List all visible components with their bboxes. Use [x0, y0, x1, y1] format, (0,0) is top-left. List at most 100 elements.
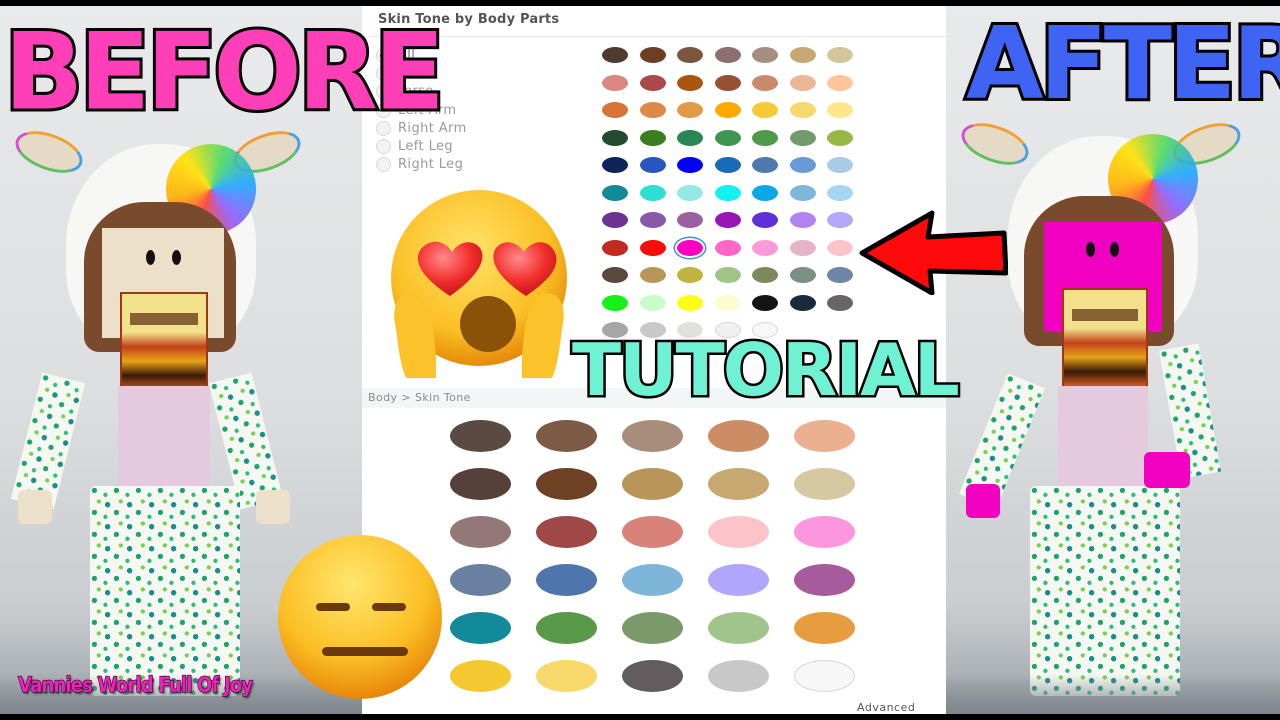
skin-tone-swatch[interactable] [708, 516, 769, 548]
color-swatch[interactable] [789, 47, 816, 63]
skin-tone-swatch[interactable] [622, 660, 683, 692]
radio-button-icon[interactable] [376, 139, 391, 155]
color-swatch[interactable] [752, 102, 778, 118]
color-swatch[interactable] [639, 129, 666, 146]
color-swatch[interactable] [827, 239, 853, 256]
color-swatch[interactable] [677, 129, 703, 146]
color-swatch[interactable] [752, 294, 778, 311]
color-swatch[interactable] [752, 74, 778, 91]
skin-tone-swatch[interactable] [536, 564, 597, 596]
color-swatch[interactable] [639, 294, 666, 311]
color-swatch[interactable] [827, 102, 853, 118]
color-swatch[interactable] [677, 239, 703, 256]
skin-tone-swatch[interactable] [450, 660, 511, 692]
color-swatch[interactable] [677, 184, 703, 201]
color-swatch[interactable] [639, 267, 666, 283]
skin-tone-swatch[interactable] [622, 564, 683, 596]
color-swatch[interactable] [677, 212, 703, 228]
color-swatch[interactable] [677, 294, 703, 311]
color-swatch[interactable] [714, 212, 741, 228]
skin-tone-swatch[interactable] [708, 564, 769, 596]
color-swatch[interactable] [639, 157, 666, 173]
color-swatch[interactable] [752, 239, 778, 256]
color-swatch[interactable] [789, 157, 816, 173]
color-swatch[interactable] [677, 157, 703, 173]
skin-tone-swatch[interactable] [536, 516, 597, 548]
color-swatch[interactable] [789, 294, 816, 311]
skin-tone-swatch[interactable] [708, 660, 769, 692]
color-swatch[interactable] [789, 239, 816, 256]
color-swatch[interactable] [602, 267, 628, 283]
color-swatch[interactable] [827, 267, 853, 283]
skin-tone-swatch[interactable] [794, 468, 855, 500]
color-swatch[interactable] [677, 47, 703, 63]
color-swatch[interactable] [752, 212, 778, 228]
skin-tone-swatch[interactable] [450, 420, 511, 452]
color-swatch[interactable] [677, 74, 703, 91]
color-swatch[interactable] [714, 47, 741, 63]
color-swatch[interactable] [827, 294, 853, 311]
breadcrumb-body[interactable]: Body [368, 391, 397, 404]
advanced-link[interactable]: Advanced [857, 701, 915, 714]
skin-tone-swatch[interactable] [794, 612, 855, 644]
color-swatch[interactable] [789, 102, 816, 118]
color-swatch[interactable] [602, 157, 628, 173]
skin-tone-swatch[interactable] [536, 660, 597, 692]
skin-tone-swatch[interactable] [622, 612, 683, 644]
skin-tone-swatch[interactable] [536, 612, 597, 644]
skin-tone-swatch[interactable] [536, 468, 597, 500]
color-swatch[interactable] [639, 47, 666, 63]
color-swatch[interactable] [827, 74, 853, 91]
color-swatch[interactable] [639, 239, 666, 256]
color-swatch[interactable] [602, 212, 628, 228]
skin-tone-swatch[interactable] [450, 612, 511, 644]
color-swatch[interactable] [827, 129, 853, 146]
color-swatch[interactable] [827, 47, 853, 63]
skin-tone-swatch[interactable] [794, 660, 855, 692]
skin-tone-swatch[interactable] [708, 420, 769, 452]
color-swatch[interactable] [752, 129, 778, 146]
color-swatch[interactable] [602, 239, 628, 256]
skin-tone-swatch[interactable] [450, 564, 511, 596]
skin-tone-swatch[interactable] [450, 468, 511, 500]
body-part-radio-right-leg[interactable]: Right Leg [376, 156, 467, 174]
color-swatch[interactable] [602, 47, 628, 63]
color-swatch[interactable] [827, 184, 853, 201]
color-swatch[interactable] [752, 47, 778, 63]
color-swatch[interactable] [639, 74, 666, 91]
skin-tone-swatch[interactable] [708, 468, 769, 500]
color-swatch[interactable] [714, 102, 741, 118]
color-swatch[interactable] [752, 184, 778, 201]
skin-tone-swatch[interactable] [794, 516, 855, 548]
skin-tone-swatch[interactable] [708, 612, 769, 644]
color-swatch[interactable] [714, 129, 741, 146]
color-swatch[interactable] [602, 74, 628, 91]
color-swatch[interactable] [714, 184, 741, 201]
color-swatch[interactable] [752, 267, 778, 283]
color-swatch[interactable] [752, 157, 778, 173]
color-swatch[interactable] [677, 102, 703, 118]
color-swatch[interactable] [789, 212, 816, 228]
color-swatch[interactable] [677, 267, 703, 283]
color-swatch[interactable] [789, 267, 816, 283]
body-part-radio-left-leg[interactable]: Left Leg [376, 137, 467, 155]
radio-button-icon[interactable] [376, 157, 391, 173]
color-swatch[interactable] [714, 74, 741, 91]
skin-tone-swatch[interactable] [622, 516, 683, 548]
color-swatch[interactable] [827, 157, 853, 173]
color-swatch[interactable] [827, 212, 853, 228]
color-swatch[interactable] [789, 74, 816, 91]
color-swatch[interactable] [602, 184, 628, 201]
color-swatch[interactable] [602, 294, 628, 311]
skin-tone-swatch[interactable] [622, 468, 683, 500]
color-swatch[interactable] [639, 212, 666, 228]
color-swatch[interactable] [639, 184, 666, 201]
color-swatch[interactable] [639, 102, 666, 118]
color-swatch[interactable] [714, 157, 741, 173]
color-swatch[interactable] [714, 267, 741, 283]
color-swatch[interactable] [789, 184, 816, 201]
skin-tone-swatch[interactable] [794, 564, 855, 596]
skin-tone-swatch[interactable] [794, 420, 855, 452]
color-swatch[interactable] [789, 129, 816, 146]
skin-tone-swatch[interactable] [450, 516, 511, 548]
